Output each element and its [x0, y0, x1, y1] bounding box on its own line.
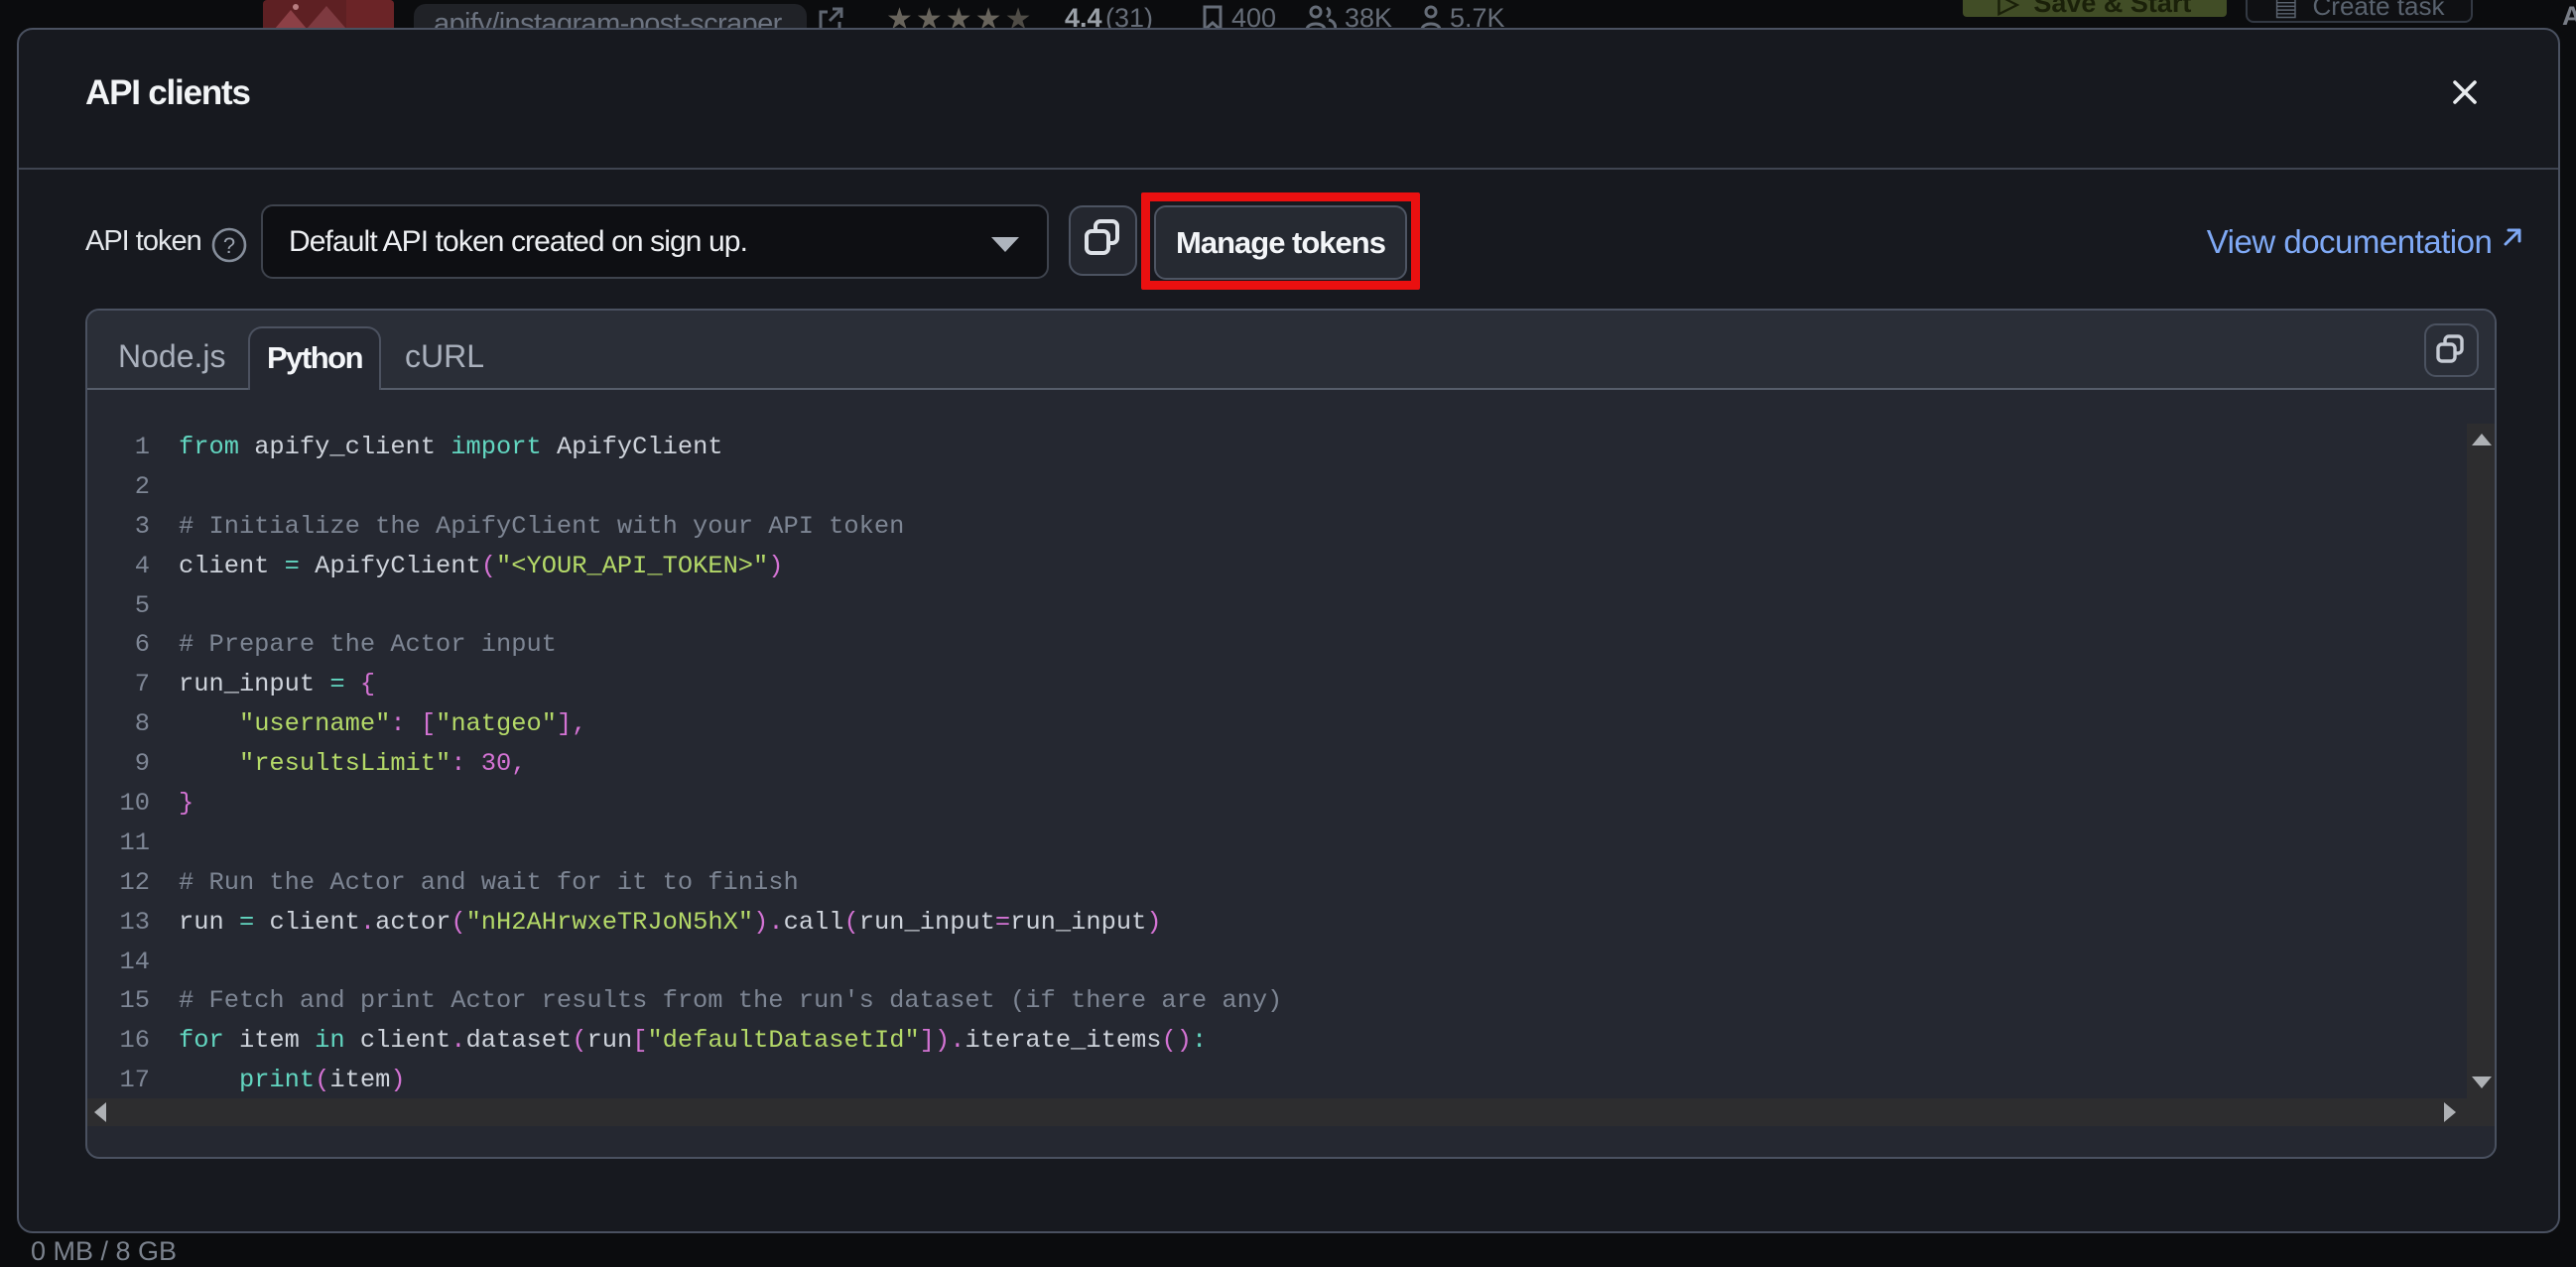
- svg-text:?: ?: [223, 233, 235, 258]
